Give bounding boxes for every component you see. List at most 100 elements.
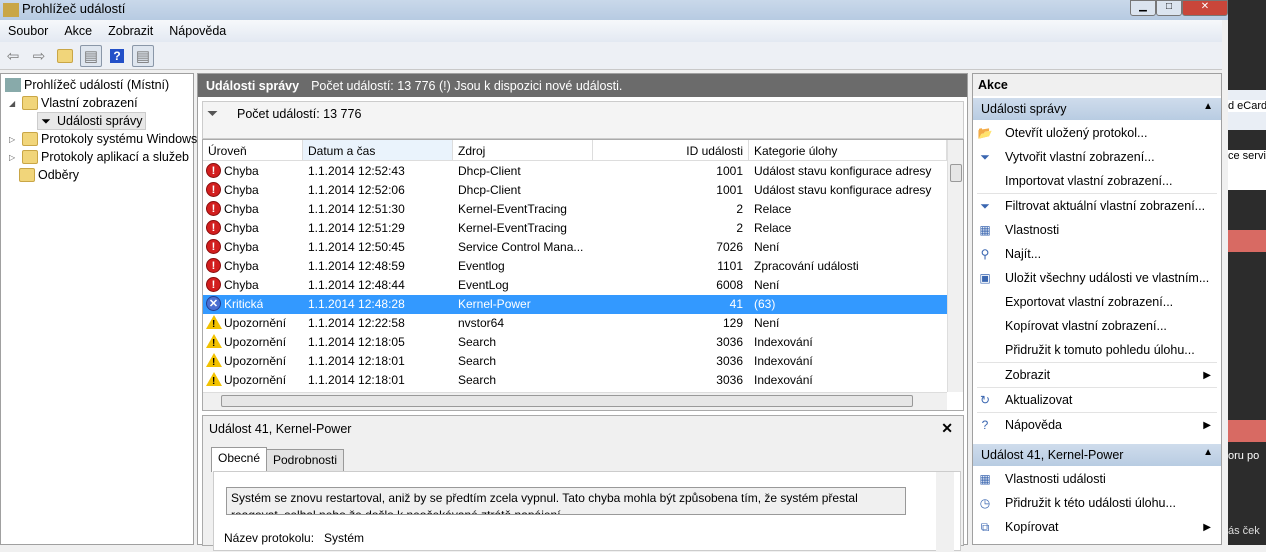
close-button[interactable]: ✕ <box>1182 0 1228 16</box>
cell-id: 7026 <box>716 240 743 254</box>
menu-akce[interactable]: Akce <box>56 24 100 38</box>
cell-date: 1.1.2014 12:51:29 <box>308 221 405 235</box>
tree-admin-events[interactable]: ⏷ Události správy <box>37 112 147 130</box>
column-header-id[interactable]: ID události <box>593 140 749 161</box>
tree-custom-views[interactable]: ◢ Vlastní zobrazení <box>9 94 138 112</box>
forward-arrow-icon[interactable]: ⇨ <box>28 45 50 67</box>
table-row[interactable]: ! Chyba 1.1.2014 12:51:29 Kernel-EventTraci… <box>203 219 947 238</box>
table-row[interactable]: ! Chyba 1.1.2014 12:48:44 EventLog 6008 Není <box>203 276 947 295</box>
cell-date: 1.1.2014 12:48:28 <box>308 297 405 311</box>
column-header-category[interactable]: Kategorie úlohy <box>749 140 947 161</box>
action-label: Filtrovat aktuální vlastní zobrazení... <box>1005 199 1206 213</box>
properties-icon: ▦ <box>979 223 991 237</box>
menu-soubor[interactable]: Soubor <box>0 24 56 38</box>
close-icon[interactable]: ✕ <box>941 420 953 437</box>
action-item[interactable]: ⏷ Filtrovat aktuální vlastní zobrazení... <box>973 194 1221 218</box>
table-row[interactable]: ! Upozornění 1.1.2014 12:22:58 nvstor64 129 N… <box>203 314 947 333</box>
column-header-level[interactable]: Úroveň <box>203 140 303 161</box>
action-item[interactable]: ? Nápověda ▶ <box>973 413 1221 437</box>
action-item[interactable]: Exportovat vlastní zobrazení... <box>973 290 1221 314</box>
minimize-button[interactable]: ▁ <box>1130 0 1156 16</box>
cell-category: (63) <box>754 297 776 311</box>
action-item[interactable]: ⚲ Najít... <box>973 242 1221 266</box>
show-hide-actions-icon[interactable]: ▤ <box>132 44 154 67</box>
cell-source: EventLog <box>458 278 509 292</box>
cell-source: Kernel-Power <box>458 297 531 311</box>
action-item[interactable]: ◷ Přidružit k této události úlohu... <box>973 491 1221 515</box>
cell-id: 3036 <box>716 373 743 387</box>
tree-windows-logs[interactable]: ▷ Protokoly systému Windows <box>9 130 197 148</box>
error-icon: ! <box>206 201 221 216</box>
action-item[interactable]: Zobrazit ▶ <box>973 363 1221 387</box>
action-item[interactable]: ⧉ Kopírovat ▶ <box>973 515 1221 539</box>
cell-date: 1.1.2014 12:48:44 <box>308 278 405 292</box>
toolbar: ⇦ ⇨ ▤ ? ▤ <box>0 42 1222 70</box>
action-item[interactable]: Kopírovat vlastní zobrazení... <box>973 314 1221 338</box>
column-header-source[interactable]: Zdroj <box>453 140 593 161</box>
filter-icon: ⏷ <box>207 105 219 121</box>
cell-level: Chyba <box>224 164 259 178</box>
action-item[interactable]: ▣ Uložit všechny události ve vlastním... <box>973 266 1221 290</box>
cell-date: 1.1.2014 12:18:01 <box>308 373 405 387</box>
expand-icon[interactable]: ▷ <box>9 153 19 162</box>
back-arrow-icon[interactable]: ⇦ <box>2 45 24 67</box>
section-header-admin-events[interactable]: Události správy ▲ <box>973 98 1221 120</box>
table-row[interactable]: ! Chyba 1.1.2014 12:48:59 Eventlog 1101 Zprac… <box>203 257 947 276</box>
collapse-icon[interactable]: ▲ <box>1203 101 1213 112</box>
table-row[interactable]: ! Chyba 1.1.2014 12:51:30 Kernel-EventTraci… <box>203 200 947 219</box>
tree-root[interactable]: Prohlížeč událostí (Místní) <box>5 76 169 94</box>
horizontal-scrollbar[interactable] <box>203 392 947 410</box>
menu-zobrazit[interactable]: Zobrazit <box>100 24 161 38</box>
maximize-button[interactable]: □ <box>1156 0 1182 16</box>
help-icon[interactable]: ? <box>106 45 128 67</box>
cell-category: Relace <box>754 221 792 235</box>
scroll-thumb[interactable] <box>950 164 962 182</box>
collapse-icon[interactable]: ◢ <box>9 99 19 108</box>
section-title: Událost 41, Kernel-Power <box>981 448 1124 462</box>
collapse-icon[interactable]: ▲ <box>1203 447 1213 458</box>
up-folder-icon[interactable] <box>54 45 76 67</box>
column-header-date[interactable]: Datum a čas <box>303 140 453 161</box>
action-item[interactable]: ↻ Aktualizovat <box>973 388 1221 412</box>
tree-subscriptions[interactable]: Odběry <box>19 166 79 184</box>
show-hide-tree-icon[interactable]: ▤ <box>80 44 102 67</box>
action-label: Vytvořit vlastní zobrazení... <box>1005 150 1155 164</box>
error-icon: ! <box>206 258 221 273</box>
filter-bar: ⏷ Počet událostí: 13 776 <box>202 101 964 139</box>
menu-napoveda[interactable]: Nápověda <box>161 24 234 38</box>
table-row[interactable]: ! Chyba 1.1.2014 12:52:43 Dhcp-Client 1001 Ud… <box>203 162 947 181</box>
cell-id: 41 <box>729 297 743 311</box>
cell-id: 2 <box>736 221 743 235</box>
tab-details[interactable]: Podrobnosti <box>266 449 345 471</box>
table-row[interactable]: ! Chyba 1.1.2014 12:50:45 Service Control M… <box>203 238 947 257</box>
table-row[interactable]: ! Upozornění 1.1.2014 12:18:01 Search 3036 In… <box>203 352 947 371</box>
cell-category: Zpracování události <box>754 259 859 273</box>
background-text: ás ček <box>1228 525 1260 537</box>
action-item[interactable]: ▦ Vlastnosti události <box>973 467 1221 491</box>
action-item[interactable]: Přidružit k tomuto pohledu úlohu... <box>973 338 1221 362</box>
vertical-scrollbar[interactable] <box>947 140 963 392</box>
vertical-scrollbar[interactable] <box>936 472 954 552</box>
action-item[interactable]: ▦ Vlastnosti <box>973 218 1221 242</box>
tree-app-logs[interactable]: ▷ Protokoly aplikací a služeb <box>9 148 189 166</box>
expand-icon[interactable]: ▷ <box>9 135 19 144</box>
table-row[interactable]: ! Upozornění 1.1.2014 12:18:05 Search 3036 In… <box>203 333 947 352</box>
section-header-event[interactable]: Událost 41, Kernel-Power ▲ <box>973 444 1221 466</box>
tree-label: Odběry <box>38 168 79 182</box>
log-name-value: Systém <box>324 531 365 545</box>
table-row[interactable]: ! Chyba 1.1.2014 12:52:06 Dhcp-Client 1001 Ud… <box>203 181 947 200</box>
detail-title: Událost 41, Kernel-Power <box>209 422 352 436</box>
action-item[interactable]: 📂 Otevřít uložený protokol... <box>973 121 1221 145</box>
table-row[interactable]: ✕ Kritická 1.1.2014 12:48:28 Kernel-Power 41… <box>203 295 947 314</box>
action-item[interactable]: ⏷ Vytvořit vlastní zobrazení... <box>973 145 1221 169</box>
cell-category: Indexování <box>754 335 813 349</box>
cell-category: Událost stavu konfigurace adresy <box>754 164 932 178</box>
event-description[interactable]: Systém se znovu restartoval, aniž by se … <box>226 487 906 515</box>
action-item[interactable]: Importovat vlastní zobrazení... <box>973 169 1221 193</box>
tab-general[interactable]: Obecné <box>211 447 268 472</box>
scroll-thumb[interactable] <box>221 395 913 407</box>
critical-icon: ✕ <box>206 296 221 311</box>
cell-level: Chyba <box>224 259 259 273</box>
table-row[interactable]: ! Upozornění 1.1.2014 12:18:01 Search 3036 In… <box>203 371 947 390</box>
binoculars-icon: ⚲ <box>980 247 990 261</box>
